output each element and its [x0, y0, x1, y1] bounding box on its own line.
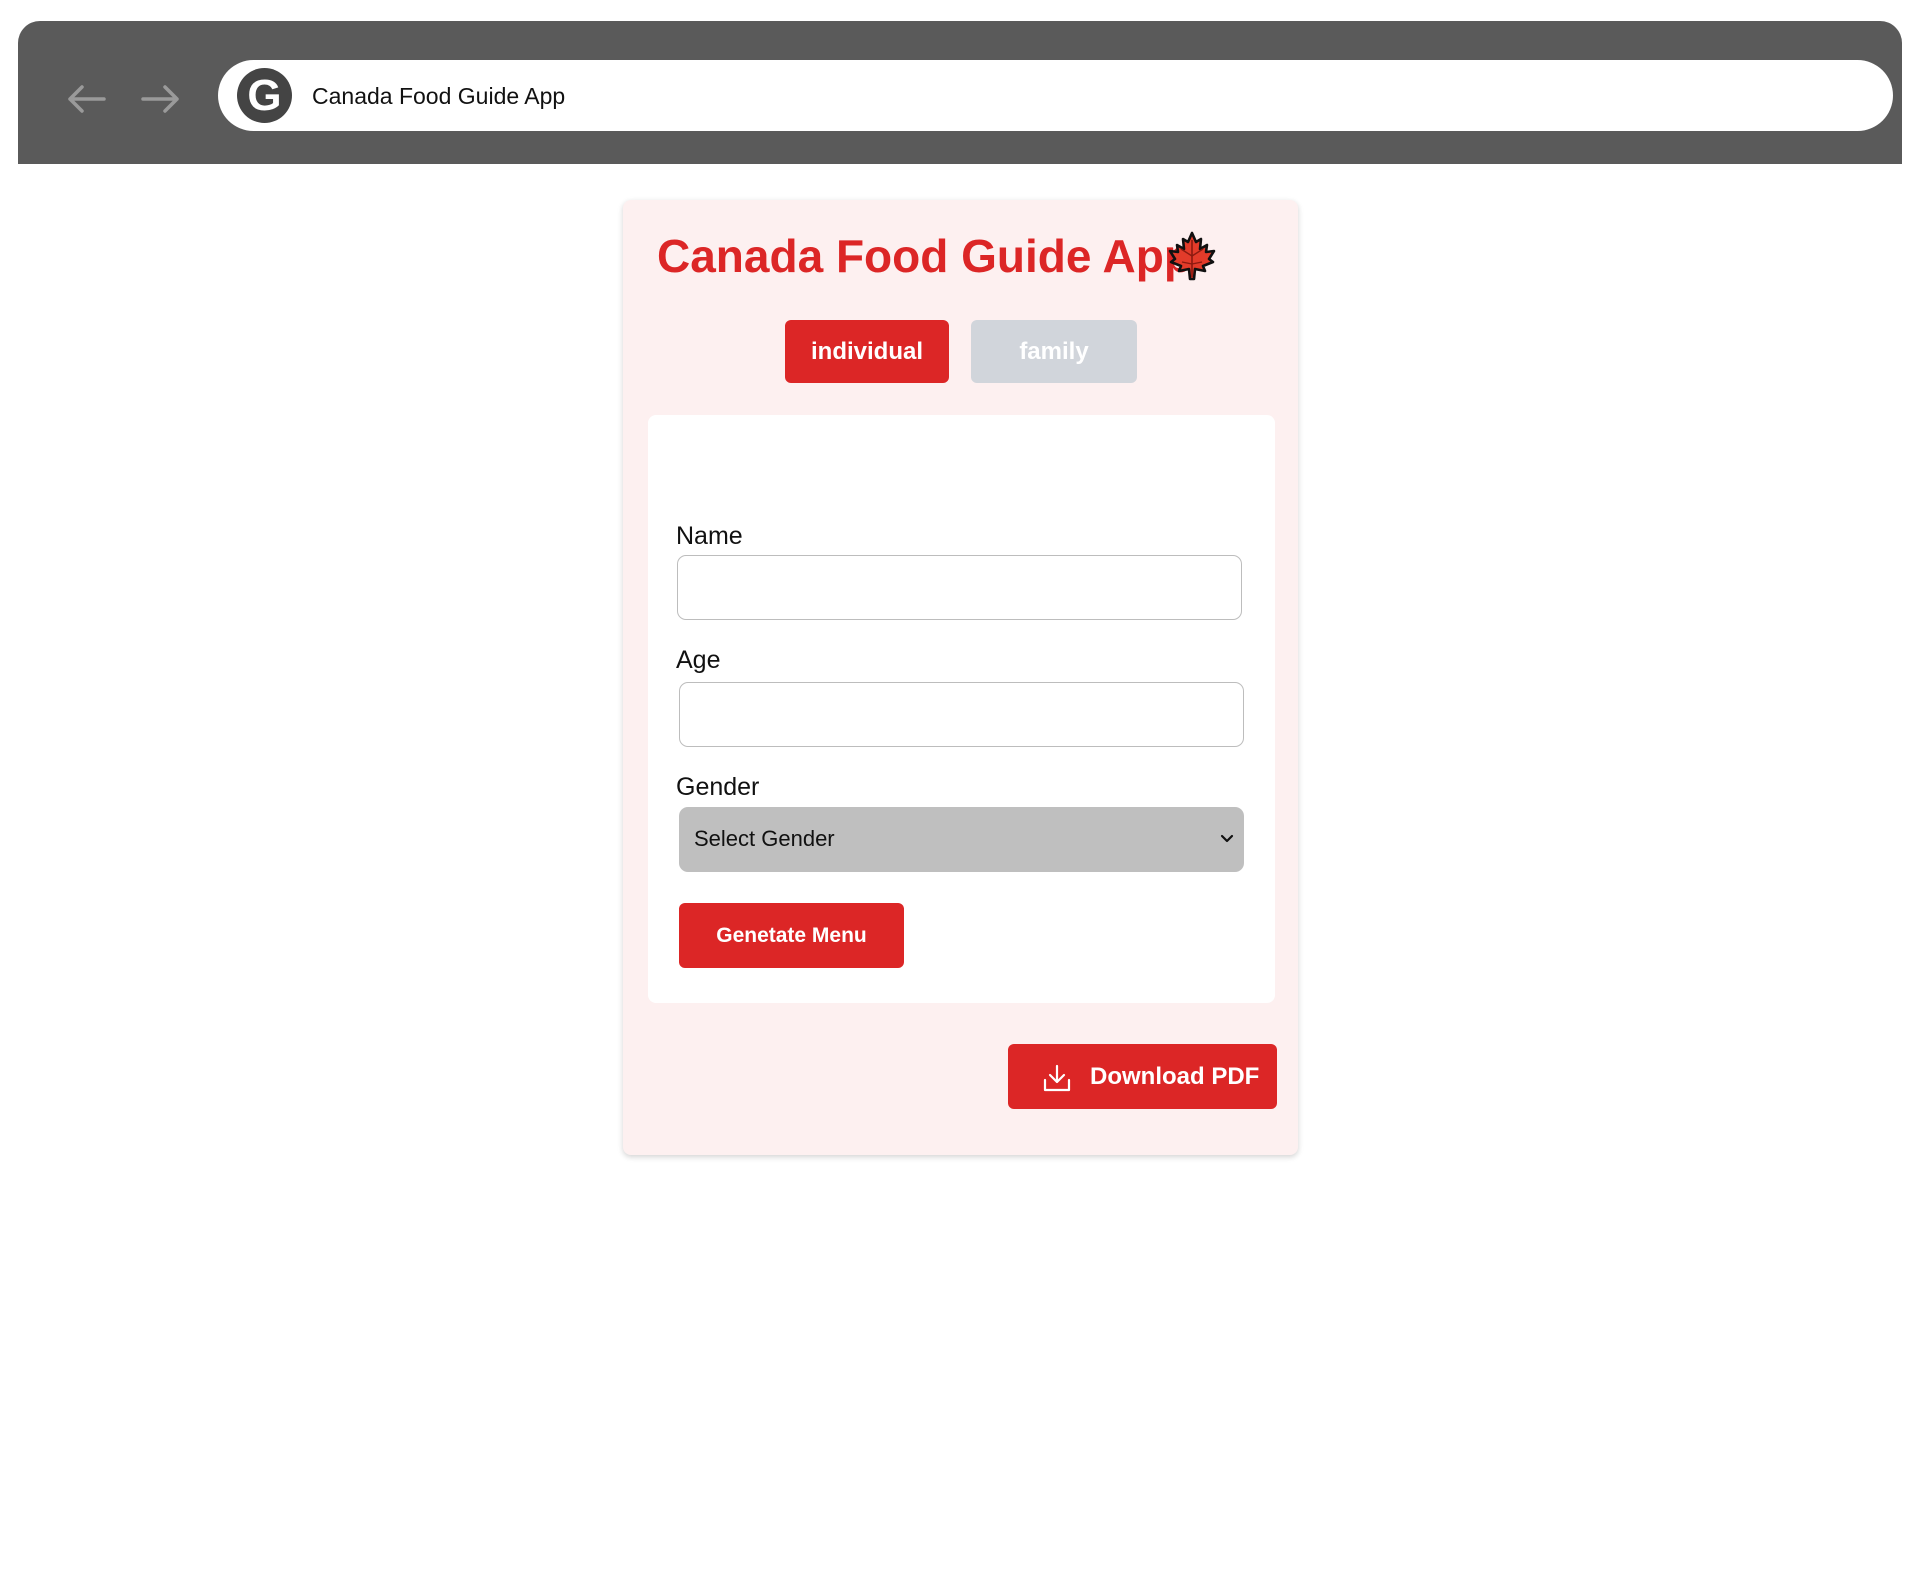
age-input[interactable] [679, 682, 1244, 747]
tab-individual[interactable]: individual [785, 320, 949, 383]
name-label: Name [676, 522, 743, 550]
age-label: Age [676, 646, 721, 674]
app-card: Canada Food Guide App individual family … [623, 200, 1298, 1155]
gender-select-value: Select Gender [694, 826, 835, 851]
name-input[interactable] [677, 555, 1242, 620]
form-panel: Name Age Gender Select Gender Genetate M… [648, 415, 1275, 1003]
page-title: Canada Food Guide App [657, 230, 1192, 282]
tab-family[interactable]: family [971, 320, 1137, 383]
chevron-down-icon [1220, 834, 1234, 843]
address-text: Canada Food Guide App [312, 83, 566, 109]
forward-button[interactable] [139, 77, 183, 121]
address-bar[interactable]: G Canada Food Guide App [218, 60, 1893, 131]
arrow-left-icon [68, 85, 106, 113]
generate-menu-button[interactable]: Genetate Menu [679, 903, 904, 968]
site-favicon-icon: G [237, 68, 292, 123]
browser-toolbar: G Canada Food Guide App [18, 21, 1902, 164]
gender-label: Gender [676, 773, 760, 801]
download-icon [1043, 1064, 1071, 1092]
back-button[interactable] [64, 77, 108, 121]
arrow-right-icon [141, 85, 179, 113]
gender-select[interactable]: Select Gender [679, 807, 1244, 872]
download-pdf-button[interactable]: Download PDF [1008, 1044, 1277, 1109]
maple-leaf-icon [1168, 231, 1216, 281]
download-pdf-label: Download PDF [1090, 1063, 1260, 1090]
